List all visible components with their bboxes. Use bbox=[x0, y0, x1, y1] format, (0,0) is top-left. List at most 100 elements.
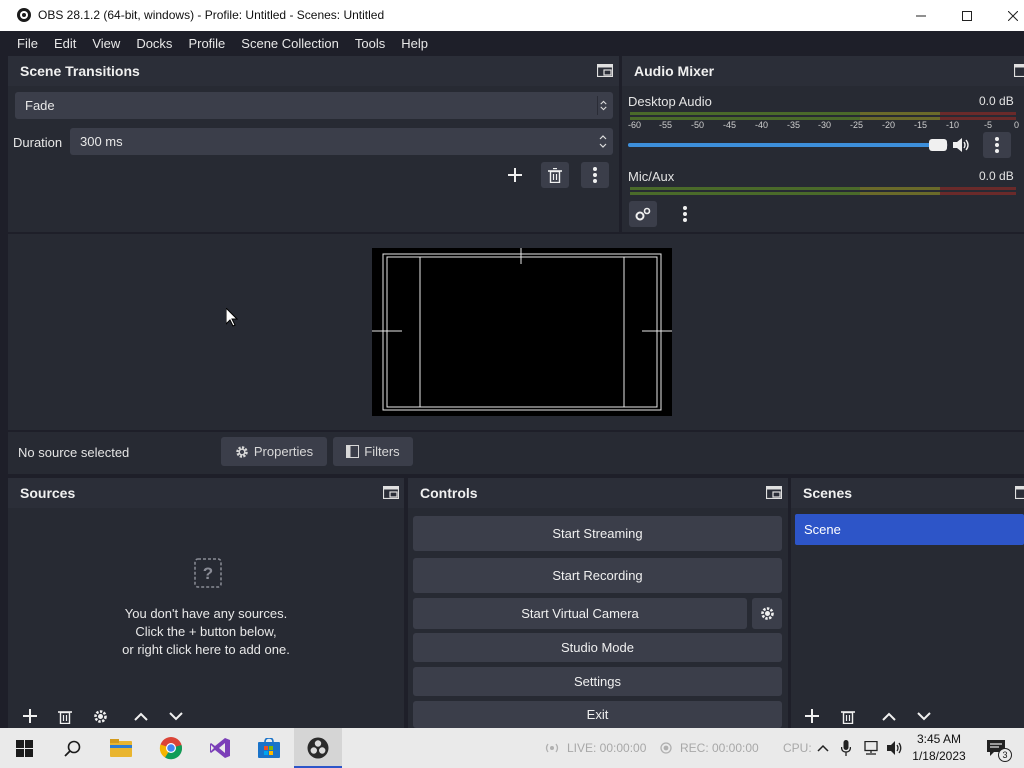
add-transition-button[interactable] bbox=[501, 162, 529, 188]
mute-button[interactable] bbox=[948, 132, 976, 158]
add-scene-button[interactable] bbox=[798, 703, 826, 729]
mic-settings-button[interactable] bbox=[629, 201, 657, 227]
properties-label: Properties bbox=[253, 444, 314, 459]
dock-header: Sources bbox=[8, 478, 404, 508]
menu-help[interactable]: Help bbox=[393, 31, 436, 56]
minimize-button[interactable] bbox=[898, 0, 944, 31]
menu-file[interactable]: File bbox=[9, 31, 46, 56]
mic-menu-button[interactable] bbox=[671, 201, 699, 227]
clock[interactable]: 3:45 AM 1/18/2023 bbox=[906, 731, 972, 765]
mouse-cursor-icon bbox=[226, 308, 238, 327]
filters-label: Filters bbox=[364, 444, 400, 459]
maximize-button[interactable] bbox=[944, 0, 990, 31]
visual-studio-icon bbox=[210, 738, 230, 758]
tick-label: -60 bbox=[628, 120, 642, 130]
transition-menu-button[interactable] bbox=[581, 162, 609, 188]
spin-arrows-icon[interactable] bbox=[597, 132, 609, 151]
exit-button[interactable]: Exit bbox=[413, 701, 782, 728]
title-bar: OBS 28.1.2 (64-bit, windows) - Profile: … bbox=[0, 0, 1024, 31]
move-scene-down-button[interactable] bbox=[910, 703, 938, 729]
search-button[interactable] bbox=[48, 728, 96, 768]
live-icon bbox=[545, 743, 559, 753]
obs-taskbar-button[interactable] bbox=[294, 728, 342, 768]
volume-tray-icon[interactable] bbox=[884, 728, 906, 768]
speaker-icon bbox=[887, 741, 902, 755]
move-source-up-button[interactable] bbox=[127, 703, 155, 729]
remove-source-button[interactable] bbox=[51, 703, 79, 729]
volume-meter-green bbox=[630, 187, 860, 190]
chrome-button[interactable] bbox=[147, 728, 195, 768]
remove-scene-button[interactable] bbox=[834, 703, 862, 729]
source-properties-button[interactable] bbox=[86, 703, 114, 729]
volume-meter-red bbox=[940, 112, 1016, 115]
chevron-up-icon bbox=[817, 744, 829, 752]
start-streaming-button[interactable]: Start Streaming bbox=[413, 516, 782, 551]
duration-label: Duration bbox=[13, 135, 63, 150]
svg-text:?: ? bbox=[203, 564, 213, 583]
volume-slider-handle[interactable] bbox=[929, 139, 947, 151]
channel-name: Mic/Aux bbox=[628, 169, 675, 184]
start-recording-button[interactable]: Start Recording bbox=[413, 558, 782, 593]
desktop-audio-menu-button[interactable] bbox=[983, 132, 1011, 158]
tick-label: -55 bbox=[659, 120, 673, 130]
start-virtual-camera-button[interactable]: Start Virtual Camera bbox=[413, 598, 747, 629]
virtual-camera-settings-button[interactable] bbox=[752, 598, 782, 629]
tray-overflow-button[interactable] bbox=[813, 728, 833, 768]
menu-profile[interactable]: Profile bbox=[180, 31, 233, 56]
channel-name: Desktop Audio bbox=[628, 94, 712, 109]
move-scene-up-button[interactable] bbox=[875, 703, 903, 729]
record-icon bbox=[660, 742, 672, 754]
cpu-status: CPU: bbox=[783, 741, 812, 755]
file-explorer-button[interactable] bbox=[97, 728, 145, 768]
add-source-button[interactable] bbox=[16, 703, 44, 729]
dock-title: Scene Transitions bbox=[20, 63, 140, 79]
remove-transition-button[interactable] bbox=[541, 162, 569, 188]
channel-level: 0.0 dB bbox=[979, 94, 1014, 108]
volume-meter-yellow bbox=[860, 187, 940, 190]
undock-icon[interactable] bbox=[766, 486, 782, 499]
network-tray-icon[interactable] bbox=[860, 728, 882, 768]
chevron-up-icon bbox=[134, 712, 148, 721]
tick-label: -20 bbox=[882, 120, 896, 130]
duration-spinbox[interactable]: 300 ms bbox=[70, 128, 613, 155]
menu-scene-collection[interactable]: Scene Collection bbox=[233, 31, 347, 56]
scene-list-item[interactable]: Scene bbox=[795, 514, 1024, 545]
studio-mode-button[interactable]: Studio Mode bbox=[413, 633, 782, 662]
ms-store-button[interactable] bbox=[245, 728, 293, 768]
undock-icon[interactable] bbox=[1015, 486, 1024, 499]
undock-icon[interactable] bbox=[1014, 64, 1024, 77]
dock-title: Scenes bbox=[803, 485, 853, 501]
transition-value: Fade bbox=[25, 98, 55, 113]
tick-label: -15 bbox=[914, 120, 928, 130]
rec-status: REC: 00:00:00 bbox=[680, 741, 759, 755]
notifications-button[interactable]: 3 bbox=[976, 728, 1016, 768]
volume-meter-red bbox=[940, 192, 1016, 195]
transition-select[interactable]: Fade bbox=[15, 92, 613, 119]
trash-icon bbox=[841, 710, 855, 724]
microphone-icon bbox=[841, 740, 851, 756]
menu-view[interactable]: View bbox=[84, 31, 128, 56]
undock-icon[interactable] bbox=[597, 64, 613, 77]
menu-tools[interactable]: Tools bbox=[347, 31, 393, 56]
tick-label: -30 bbox=[818, 120, 832, 130]
settings-button[interactable]: Settings bbox=[413, 667, 782, 696]
menu-docks[interactable]: Docks bbox=[128, 31, 180, 56]
sources-dock[interactable]: Sources ? You don't have any sources. Cl… bbox=[8, 478, 404, 728]
move-source-down-button[interactable] bbox=[162, 703, 190, 729]
start-button[interactable] bbox=[0, 728, 48, 768]
maximize-icon bbox=[962, 10, 972, 21]
menu-edit[interactable]: Edit bbox=[46, 31, 84, 56]
microphone-tray-icon[interactable] bbox=[836, 728, 856, 768]
properties-button[interactable]: Properties bbox=[221, 437, 327, 466]
dock-header: Scenes bbox=[791, 478, 1024, 508]
filters-button[interactable]: Filters bbox=[333, 437, 413, 466]
visual-studio-button[interactable] bbox=[196, 728, 244, 768]
speaker-icon bbox=[953, 138, 969, 152]
chevron-down-icon bbox=[917, 711, 931, 720]
close-button[interactable] bbox=[990, 0, 1024, 31]
question-icon: ? bbox=[194, 558, 222, 588]
undock-icon[interactable] bbox=[383, 486, 399, 499]
preview-canvas[interactable] bbox=[372, 248, 672, 416]
tick-label: -35 bbox=[787, 120, 801, 130]
volume-slider[interactable] bbox=[628, 139, 948, 151]
